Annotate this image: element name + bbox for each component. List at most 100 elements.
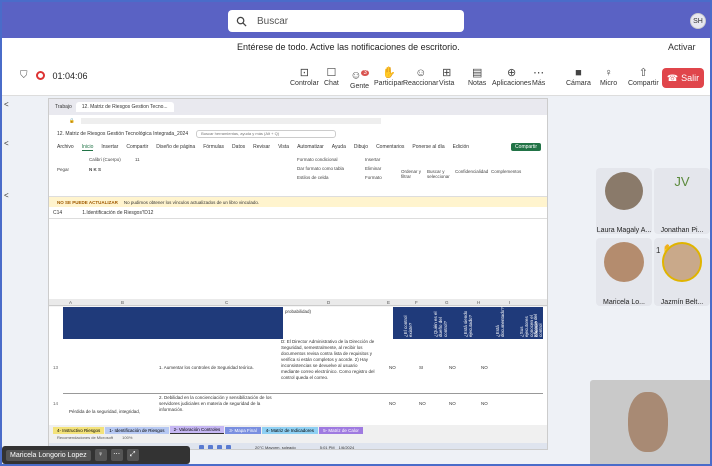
menu-automatizar[interactable]: Automatizar <box>297 144 324 150</box>
sheet-tab-valoracion[interactable]: 2- Valoración Controles <box>169 426 225 434</box>
col-b[interactable]: B <box>121 300 124 305</box>
react-button[interactable]: ☺ Reaccionar <box>403 66 438 87</box>
format-cells-button[interactable]: Formato <box>365 175 382 180</box>
control-cell-14[interactable]: 2. Debilidad en la concienciación y sens… <box>159 395 277 413</box>
row-number-13[interactable]: 13 <box>53 365 58 370</box>
value-cell-13-h[interactable]: NO <box>481 365 488 371</box>
value-cell-14-f[interactable]: NO <box>419 401 426 407</box>
sheet-tab-instructivo[interactable]: 4- Instructivo Riesgos <box>53 426 105 434</box>
menu-inicio[interactable]: Inicio <box>81 144 94 151</box>
browser-url-bar[interactable]: 🔒 <box>49 115 547 127</box>
menu-vista[interactable]: Vista <box>278 144 289 150</box>
sheet-tab-mapa[interactable]: 3- Mapa Final <box>225 426 261 434</box>
control-button[interactable]: ⊡ Controlar <box>290 66 319 87</box>
editing-button[interactable]: Edición <box>453 144 469 150</box>
raise-hand-button[interactable]: ✋ Participar <box>374 66 404 87</box>
search-bar[interactable]: Buscar <box>228 10 464 32</box>
value-cell-13-e[interactable]: NO <box>389 365 396 371</box>
menu-diseno[interactable]: Diseño de página <box>156 144 195 150</box>
participant-tile[interactable]: JV Jonathan Pi... <box>654 168 710 234</box>
cell-reference[interactable]: C14 <box>53 210 62 216</box>
delete-cells-button[interactable]: Eliminar <box>365 166 381 171</box>
font-select[interactable]: Calibri (Cuerpo) <box>89 157 121 162</box>
mic-icon[interactable]: ♀ <box>94 449 107 461</box>
value-cell-14-e[interactable]: NO <box>389 401 396 407</box>
value-cell-13-g[interactable]: NO <box>449 365 456 371</box>
mic-button[interactable]: ♀ Micro <box>600 66 617 87</box>
participant-tile[interactable]: Laura Magaly A... <box>596 168 652 234</box>
formula-bar[interactable]: C14 1.Identificación de Riesgos'!D12 <box>49 207 547 219</box>
status-recommendations[interactable]: Recomendaciones de Microsoft <box>57 435 113 440</box>
profile-label[interactable]: Trabajo <box>55 104 72 110</box>
value-cell-13-f[interactable]: SI <box>419 365 423 371</box>
col-d[interactable]: D <box>327 300 330 305</box>
more-icon[interactable]: ⋯ <box>110 449 123 461</box>
zoom-level[interactable]: 100% <box>122 435 132 440</box>
menu-datos[interactable]: Datos <box>232 144 245 150</box>
chat-icon: ☐ <box>326 67 337 79</box>
taskbar-app-icon[interactable] <box>226 444 231 449</box>
find-select-button[interactable]: Buscar y seleccionar <box>427 169 453 179</box>
sensitivity-button[interactable]: Confidencialidad <box>455 169 488 174</box>
taskbar-app-icon[interactable] <box>208 444 213 449</box>
activate-notifications-link[interactable]: Activar <box>668 42 696 52</box>
col-h[interactable]: H <box>477 300 480 305</box>
font-size-select[interactable]: 11 <box>135 157 140 162</box>
notes-button[interactable]: ▤ Notas <box>468 66 486 87</box>
col-f[interactable]: F <box>415 300 418 305</box>
menu-insertar[interactable]: Insertar <box>101 144 118 150</box>
detail-cell-13[interactable]: D: El Director Administrativo de la Dire… <box>281 339 377 381</box>
row-number-14[interactable]: 14 <box>53 401 58 406</box>
menu-ayuda[interactable]: Ayuda <box>332 144 346 150</box>
menu-archivo[interactable]: Archivo <box>57 144 74 150</box>
excel-share-button[interactable]: Compartir <box>511 143 541 151</box>
sheet-tab-identificacion[interactable]: 1- Identificación de Riesgos <box>105 426 169 434</box>
comments-button[interactable]: Comentarios <box>376 144 404 150</box>
control-cell-13[interactable]: 1. Aumentar los controles de Seguridad t… <box>159 365 269 371</box>
expand-icon[interactable]: ⤢ <box>126 449 139 461</box>
menu-revisar[interactable]: Revisar <box>253 144 270 150</box>
taskbar-app-icon[interactable] <box>217 444 222 449</box>
chat-button[interactable]: ☐ Chat <box>324 66 339 87</box>
menu-dibujo[interactable]: Dibujo <box>354 144 368 150</box>
col-c[interactable]: C <box>225 300 228 305</box>
col-i[interactable]: I <box>509 300 510 305</box>
participant-tile[interactable]: Maricela Lo... <box>596 238 652 306</box>
col-a[interactable]: A <box>69 300 72 305</box>
bold-icon[interactable]: N K S <box>89 167 101 172</box>
view-button[interactable]: ⊞ Vista <box>439 66 454 87</box>
value-cell-14-g[interactable]: NO <box>449 401 456 407</box>
conditional-format-button[interactable]: Formato condicional <box>297 157 338 162</box>
menu-formulas[interactable]: Fórmulas <box>203 144 224 150</box>
format-as-table-button[interactable]: Dar formato como tabla <box>297 166 344 171</box>
account-avatar[interactable]: SH <box>690 13 706 29</box>
catchup-button[interactable]: Ponerse al día <box>412 144 444 150</box>
share-button[interactable]: ⇧ Compartir <box>628 66 659 87</box>
col-g[interactable]: G <box>445 300 449 305</box>
risk-cell[interactable]: Pérdida de la seguridad, integridad, <box>69 409 159 415</box>
apps-button[interactable]: ⊕ Aplicaciones <box>492 66 531 87</box>
header-efficacy: Eficacia del control <box>533 313 543 337</box>
formula-value[interactable]: 1.Identificación de Riesgos'!D12 <box>82 210 153 216</box>
spreadsheet-grid[interactable]: probabilidad) ¿El control existe? ¿Quién… <box>49 307 547 425</box>
people-button[interactable]: ☺ 3 Gente <box>350 66 369 90</box>
value-cell-14-h[interactable]: NO <box>481 401 488 407</box>
excel-search-box[interactable]: Buscar herramientas, ayuda y más (Alt + … <box>196 130 337 138</box>
menu-compartir[interactable]: Compartir <box>126 144 148 150</box>
sheet-tab-indicadores[interactable]: 4- Matriz de Indicadores <box>261 426 319 434</box>
camera-button[interactable]: ■ Cámara <box>566 66 591 87</box>
addins-button[interactable]: Complementos <box>491 169 521 174</box>
start-icon[interactable] <box>199 444 204 449</box>
paste-button[interactable]: Pegar <box>57 167 69 172</box>
participant-tile[interactable]: 1 ✋ Jazmín Belt... <box>654 238 710 306</box>
insert-cells-button[interactable]: Insertar <box>365 157 380 162</box>
grid-hidden-area <box>49 219 547 299</box>
sort-filter-button[interactable]: Ordenar y filtrar <box>401 169 427 179</box>
leave-button[interactable]: ☎ Salir <box>662 68 704 88</box>
more-button[interactable]: ⋯ Más <box>532 66 545 87</box>
excel-file-title: 12. Matriz de Riesgos Gestión Tecnológic… <box>57 131 189 137</box>
cell-styles-button[interactable]: Estilos de celda <box>297 175 329 180</box>
browser-tab[interactable]: 12. Matriz de Riesgos Gestion Tecno... <box>75 102 174 112</box>
sheet-tab-calor[interactable]: 5- Matriz de Calor <box>319 426 363 434</box>
col-e[interactable]: E <box>387 300 390 305</box>
